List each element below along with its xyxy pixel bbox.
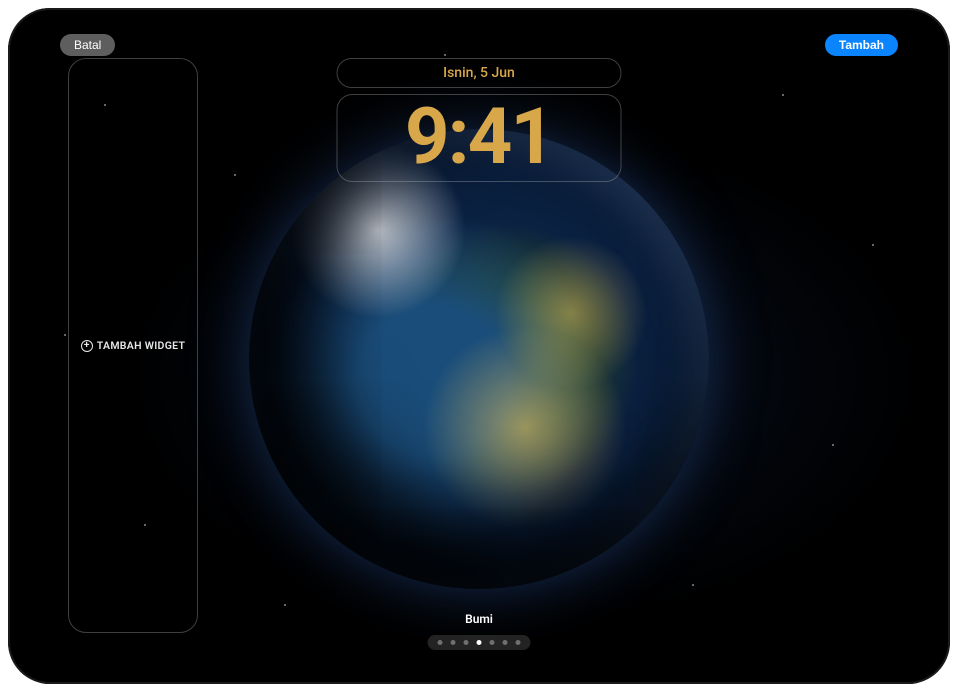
add-widget-zone[interactable]: + TAMBAH WIDGET [68, 58, 198, 633]
star [782, 94, 784, 96]
page-dot[interactable] [477, 640, 482, 645]
page-dot[interactable] [451, 640, 456, 645]
star [284, 604, 286, 606]
add-widget-label: TAMBAH WIDGET [97, 339, 185, 352]
page-dot[interactable] [438, 640, 443, 645]
star [872, 244, 874, 246]
page-dot[interactable] [464, 640, 469, 645]
plus-circle-icon: + [81, 340, 93, 352]
date-label: Isnin, 5 Jun [443, 65, 515, 81]
wallpaper-label: Bumi [465, 612, 493, 626]
time-label: 9:41 [405, 99, 553, 177]
star [692, 584, 694, 586]
cancel-button[interactable]: Batal [60, 34, 115, 56]
add-button[interactable]: Tambah [825, 34, 898, 56]
star [234, 174, 236, 176]
star [832, 444, 834, 446]
star [64, 334, 66, 336]
star [444, 54, 446, 56]
add-widget-content: + TAMBAH WIDGET [81, 339, 185, 352]
tablet-frame: Batal Tambah Isnin, 5 Jun 9:41 + TAMBAH … [8, 8, 950, 684]
screen: Batal Tambah Isnin, 5 Jun 9:41 + TAMBAH … [24, 24, 934, 668]
page-dot[interactable] [516, 640, 521, 645]
date-edit-area[interactable]: Isnin, 5 Jun [337, 58, 622, 88]
time-edit-area[interactable]: 9:41 [337, 94, 622, 182]
page-dot[interactable] [503, 640, 508, 645]
page-indicator[interactable] [428, 635, 531, 650]
earth-wallpaper [249, 129, 709, 589]
page-dot[interactable] [490, 640, 495, 645]
